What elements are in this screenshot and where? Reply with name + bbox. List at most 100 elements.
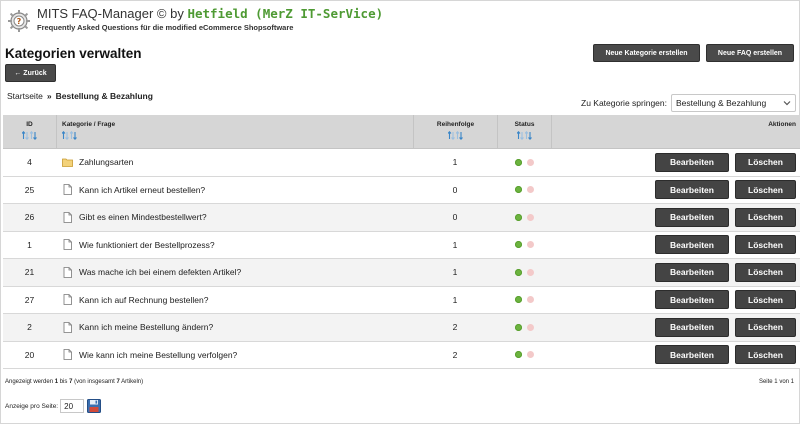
row-title-cell[interactable]: Kann ich auf Rechnung bestellen?: [56, 294, 413, 306]
row-order: 0: [452, 212, 458, 223]
new-faq-button[interactable]: Neue FAQ erstellen: [706, 44, 794, 62]
sort-asc-icon[interactable]: [448, 131, 455, 140]
result-count-prefix: Angezeigt werden: [5, 379, 55, 385]
column-status-label: Status: [514, 121, 535, 128]
delete-button[interactable]: Löschen: [735, 152, 796, 172]
edit-button[interactable]: Bearbeiten: [655, 262, 729, 282]
status-inactive-dot[interactable]: [526, 296, 534, 304]
breadcrumb-home[interactable]: Startseite: [7, 91, 43, 101]
row-title[interactable]: Was mache ich bei einem defekten Artikel…: [79, 267, 241, 277]
table-body: 4 Zahlungsarten 1 Bearbeiten Löschen 25 Kann i…: [3, 149, 800, 369]
app-subtitle: Frequently Asked Questions für die modif…: [37, 22, 294, 32]
delete-button[interactable]: Löschen: [735, 345, 796, 365]
category-table: ID Kategorie / Frage Reihenfolge Status …: [3, 115, 800, 369]
status-active-dot[interactable]: [514, 296, 522, 304]
chevron-down-icon: [783, 101, 791, 106]
delete-button[interactable]: Löschen: [735, 180, 796, 200]
status-active-dot[interactable]: [514, 323, 522, 331]
status-inactive-dot[interactable]: [526, 241, 534, 249]
floppy-disk-icon[interactable]: [87, 399, 102, 413]
row-title[interactable]: Kann ich Artikel erneut bestellen?: [79, 185, 205, 195]
edit-button[interactable]: Bearbeiten: [655, 345, 729, 365]
new-category-button[interactable]: Neue Kategorie erstellen: [593, 44, 700, 62]
delete-button[interactable]: Löschen: [735, 290, 796, 310]
table-row: 1 Wie funktioniert der Bestellprozess? 1 Be…: [3, 231, 800, 259]
brand-text: MITS FAQ-Manager © by Hetfield (MerZ IT-…: [37, 7, 383, 31]
delete-button[interactable]: Löschen: [735, 317, 796, 337]
column-actions-label: Aktionen: [768, 121, 796, 128]
row-title-cell[interactable]: Wie funktioniert der Bestellprozess?: [56, 239, 413, 251]
row-title-cell[interactable]: Kann ich Artikel erneut bestellen?: [56, 184, 413, 196]
row-status: [497, 241, 551, 249]
page-indicator: Seite 1 von 1: [758, 379, 794, 385]
row-order: 0: [452, 184, 458, 195]
per-page-input[interactable]: 20: [60, 399, 85, 413]
edit-button[interactable]: Bearbeiten: [655, 290, 729, 310]
row-title[interactable]: Gibt es einen Mindestbestellwert?: [79, 212, 207, 222]
row-actions: Bearbeiten Löschen: [551, 345, 800, 365]
page-frame: ? MITS FAQ-Manager © by Hetfield (MerZ I…: [0, 0, 800, 424]
delete-button[interactable]: Löschen: [735, 235, 796, 255]
sort-desc-icon[interactable]: [70, 131, 77, 140]
sort-desc-icon[interactable]: [30, 131, 37, 140]
row-title[interactable]: Kann ich auf Rechnung bestellen?: [79, 295, 208, 305]
sort-desc-icon[interactable]: [456, 131, 463, 140]
document-icon: [63, 321, 72, 333]
delete-button[interactable]: Löschen: [735, 262, 796, 282]
sort-desc-icon[interactable]: [525, 131, 532, 140]
row-title-cell[interactable]: Was mache ich bei einem defekten Artikel…: [56, 266, 413, 278]
row-title-cell[interactable]: Gibt es einen Mindestbestellwert?: [56, 211, 413, 223]
document-icon: [63, 294, 72, 306]
delete-button[interactable]: Löschen: [735, 207, 796, 227]
row-actions: Bearbeiten Löschen: [551, 235, 800, 255]
app-title-prefix: MITS FAQ-Manager © by: [37, 6, 188, 21]
status-inactive-dot[interactable]: [526, 268, 534, 276]
status-inactive-dot[interactable]: [526, 213, 534, 221]
row-id: 20: [24, 349, 35, 360]
table-row: 2 Kann ich meine Bestellung ändern? 2 Bearb…: [3, 314, 800, 342]
status-inactive-dot[interactable]: [526, 323, 534, 331]
row-id: 2: [27, 322, 32, 333]
row-id: 4: [27, 157, 32, 168]
column-order: Reihenfolge: [413, 115, 497, 148]
row-title-cell[interactable]: Wie kann ich meine Bestellung verfolgen?: [56, 349, 413, 361]
row-id: 21: [24, 267, 35, 278]
row-order: 2: [452, 322, 458, 333]
edit-button[interactable]: Bearbeiten: [655, 207, 729, 227]
row-actions: Bearbeiten Löschen: [551, 180, 800, 200]
edit-button[interactable]: Bearbeiten: [655, 317, 729, 337]
row-order: 1: [452, 294, 458, 305]
edit-button[interactable]: Bearbeiten: [655, 180, 729, 200]
breadcrumb-current: Bestellung & Bezahlung: [55, 91, 153, 101]
category-jump-select[interactable]: Bestellung & Bezahlung: [671, 94, 796, 112]
status-active-dot[interactable]: [514, 158, 522, 166]
edit-button[interactable]: Bearbeiten: [655, 235, 729, 255]
sort-asc-icon[interactable]: [22, 131, 29, 140]
sort-asc-icon[interactable]: [62, 131, 69, 140]
sort-asc-icon[interactable]: [517, 131, 524, 140]
status-active-dot[interactable]: [514, 351, 522, 359]
document-icon: [63, 184, 72, 196]
row-title[interactable]: Wie kann ich meine Bestellung verfolgen?: [79, 350, 237, 360]
status-active-dot[interactable]: [514, 268, 522, 276]
row-title-cell[interactable]: Kann ich meine Bestellung ändern?: [56, 321, 413, 333]
row-actions: Bearbeiten Löschen: [551, 207, 800, 227]
status-active-dot[interactable]: [514, 186, 522, 194]
edit-button[interactable]: Bearbeiten: [655, 152, 729, 172]
document-icon: [63, 211, 72, 223]
row-title-cell[interactable]: Zahlungsarten: [56, 157, 413, 168]
breadcrumb-separator: »: [46, 91, 52, 101]
status-inactive-dot[interactable]: [526, 351, 534, 359]
status-inactive-dot[interactable]: [526, 186, 534, 194]
back-button[interactable]: ← Zurück: [5, 64, 56, 82]
table-row: 4 Zahlungsarten 1 Bearbeiten Löschen: [3, 149, 800, 177]
result-count-mid: bis: [58, 379, 70, 385]
row-title[interactable]: Kann ich meine Bestellung ändern?: [79, 322, 213, 332]
row-title[interactable]: Zahlungsarten: [79, 157, 133, 167]
table-header: ID Kategorie / Frage Reihenfolge Status …: [3, 115, 800, 149]
status-inactive-dot[interactable]: [526, 158, 534, 166]
breadcrumb: Startseite» Bestellung & Bezahlung: [7, 91, 153, 101]
status-active-dot[interactable]: [514, 213, 522, 221]
status-active-dot[interactable]: [514, 241, 522, 249]
row-title[interactable]: Wie funktioniert der Bestellprozess?: [79, 240, 215, 250]
